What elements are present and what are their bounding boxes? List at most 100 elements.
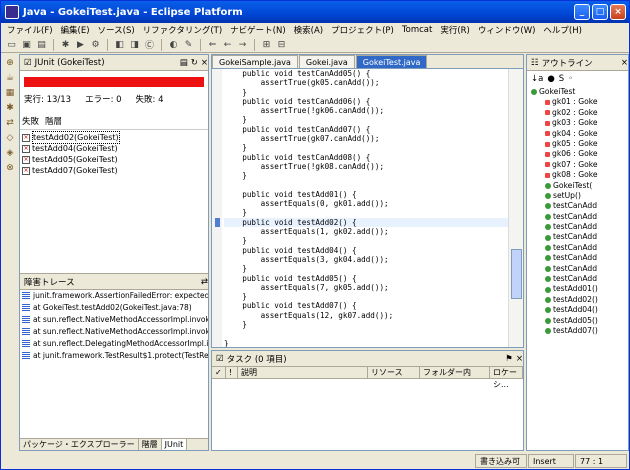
outline-member[interactable]: testCanAdd (527, 274, 628, 284)
list-item[interactable]: × testAdd05(GokeiTest) (22, 154, 206, 165)
column-priority[interactable]: ! (226, 367, 238, 378)
outline-member[interactable]: testCanAdd (527, 222, 628, 232)
menu-project[interactable]: プロジェクト(P) (327, 24, 398, 36)
external-tools-icon[interactable]: ⚙ (89, 39, 102, 51)
tab-package-explorer[interactable]: パッケージ・エクスプローラー (20, 439, 139, 450)
outline-view-tab[interactable]: ☷ アウトライン × (527, 55, 628, 71)
column-folder[interactable]: フォルダー内 (420, 367, 490, 378)
new-java-project-icon[interactable]: ◧ (113, 39, 126, 51)
outline-member[interactable]: testAdd01() (527, 284, 628, 294)
outline-member[interactable]: testAdd04() (527, 305, 628, 315)
tab-hierarchy[interactable]: 階層 (45, 115, 62, 127)
search-icon[interactable]: ✎ (182, 39, 195, 51)
sort-icon[interactable]: ↓a (531, 74, 543, 84)
forward-icon[interactable]: → (236, 39, 249, 51)
filter-trace-icon[interactable]: ⇄ (201, 277, 208, 287)
list-item[interactable]: × testAdd02(GokeiTest) (22, 131, 206, 144)
outline-member[interactable]: gk03 : Goke (527, 118, 628, 128)
cvs-perspective-icon[interactable]: ◈ (4, 147, 16, 159)
outline-member[interactable]: gk04 : Goke (527, 129, 628, 139)
outline-member[interactable]: gk01 : Goke (527, 97, 628, 107)
menu-run[interactable]: 実行(R) (436, 24, 474, 36)
close-button[interactable]: × (610, 4, 626, 20)
list-item[interactable]: × testAdd07(GokeiTest) (22, 165, 206, 176)
maximize-button[interactable]: □ (592, 4, 608, 20)
outline-member[interactable]: testAdd02() (527, 295, 628, 305)
perspective-java-icon[interactable]: ⊞ (260, 39, 273, 51)
outline-member[interactable]: testCanAdd (527, 243, 628, 253)
debug-icon[interactable]: ✱ (59, 39, 72, 51)
editor-tab-gokei[interactable]: Gokei.java (298, 55, 355, 68)
print-icon[interactable]: ▤ (35, 39, 48, 51)
debug-perspective-icon[interactable]: ✱ (4, 102, 16, 114)
editor-scrollbar[interactable] (508, 69, 523, 347)
new-class-icon[interactable]: Ⓒ (143, 39, 156, 51)
team-perspective-icon[interactable]: ⇄ (4, 117, 16, 129)
column-location[interactable]: ロケーシ... (490, 367, 523, 389)
open-perspective-icon[interactable]: ⊕ (4, 57, 16, 69)
hide-fields-icon[interactable]: ● (547, 74, 554, 84)
outline-member[interactable]: GokeiTest( (527, 181, 628, 191)
trace-line[interactable]: junit.framework.AssertionFailedError: ex… (20, 290, 208, 302)
tab-failures[interactable]: 失敗 (22, 115, 39, 127)
menu-refactor[interactable]: リファクタリング(T) (139, 24, 227, 36)
menu-navigate[interactable]: ナビゲート(N) (226, 24, 290, 36)
layout-icon[interactable]: ▤ (180, 58, 188, 68)
perspective-debug-icon[interactable]: ⊟ (275, 39, 288, 51)
resource-perspective-icon[interactable]: ▦ (4, 87, 16, 99)
plugin-perspective-icon[interactable]: ⊗ (4, 162, 16, 174)
outline-member[interactable]: testCanAdd (527, 201, 628, 211)
menu-tomcat[interactable]: Tomcat (398, 25, 436, 35)
junit-view-tab[interactable]: ☑ JUnit (GokeiTest) ▤ ↻ × (20, 55, 208, 71)
new-package-icon[interactable]: ◨ (128, 39, 141, 51)
tab-junit[interactable]: JUnit (161, 439, 188, 450)
tasks-view-tab[interactable]: ☑ タスク (0 項目) ⚑ × (212, 351, 523, 367)
scroll-thumb[interactable] (511, 249, 522, 299)
trace-line[interactable]: at junit.framework.TestResult$1.protect(… (20, 350, 208, 362)
back-icon[interactable]: ← (221, 39, 234, 51)
column-done[interactable]: ✓ (212, 367, 226, 378)
outline-member[interactable]: gk06 : Goke (527, 149, 628, 159)
editor-tab-gokeisample[interactable]: GokeiSample.java (212, 55, 298, 68)
hide-nonpublic-icon[interactable]: ◦ (568, 74, 573, 84)
save-icon[interactable]: ▣ (20, 39, 33, 51)
editor-tab-gokeitest[interactable]: GokeiTest.java (355, 55, 428, 68)
prev-edit-icon[interactable]: ⇐ (206, 39, 219, 51)
menu-source[interactable]: ソース(S) (94, 24, 139, 36)
minimize-button[interactable]: _ (574, 4, 590, 20)
close-view-icon[interactable]: × (201, 58, 208, 68)
column-description[interactable]: 説明 (238, 367, 368, 378)
menu-search[interactable]: 検索(A) (290, 24, 327, 36)
outline-member[interactable]: gk05 : Goke (527, 139, 628, 149)
browsing-perspective-icon[interactable]: ◇ (4, 132, 16, 144)
outline-member[interactable]: testCanAdd (527, 232, 628, 242)
menu-edit[interactable]: 編集(E) (57, 24, 94, 36)
outline-class-node[interactable]: GokeiTest (527, 87, 628, 97)
trace-line[interactable]: at sun.reflect.NativeMethodAccessorImpl.… (20, 326, 208, 338)
trace-line[interactable]: at GokeiTest.testAdd02(GokeiTest.java:78… (20, 302, 208, 314)
run-icon[interactable]: ▶ (74, 39, 87, 51)
outline-member[interactable]: testCanAdd (527, 212, 628, 222)
outline-member[interactable]: testCanAdd (527, 253, 628, 263)
rerun-icon[interactable]: ↻ (191, 58, 198, 68)
outline-member[interactable]: gk08 : Goke (527, 170, 628, 180)
filter-icon[interactable]: ⚑ (505, 354, 513, 364)
menu-help[interactable]: ヘルプ(H) (539, 24, 586, 36)
outline-member[interactable]: testAdd05() (527, 316, 628, 326)
new-icon[interactable]: ▭ (5, 39, 18, 51)
code-area[interactable]: public void testCanAdd05() { assertTrue(… (212, 69, 508, 347)
outline-member[interactable]: gk02 : Goke (527, 108, 628, 118)
outline-member[interactable]: gk07 : Goke (527, 160, 628, 170)
open-type-icon[interactable]: ◐ (167, 39, 180, 51)
column-resource[interactable]: リソース (368, 367, 420, 378)
trace-line[interactable]: at sun.reflect.DelegatingMethodAccessorI… (20, 338, 208, 350)
close-outline-icon[interactable]: × (621, 58, 628, 68)
close-tasks-icon[interactable]: × (516, 354, 523, 364)
outline-member[interactable]: testAdd07() (527, 326, 628, 336)
trace-line[interactable]: at sun.reflect.NativeMethodAccessorImpl.… (20, 314, 208, 326)
hide-static-icon[interactable]: S (559, 74, 564, 84)
outline-member[interactable]: testCanAdd (527, 264, 628, 274)
menu-window[interactable]: ウィンドウ(W) (474, 24, 540, 36)
outline-member[interactable]: setUp() (527, 191, 628, 201)
tab-hierarchy-view[interactable]: 階層 (139, 439, 162, 450)
